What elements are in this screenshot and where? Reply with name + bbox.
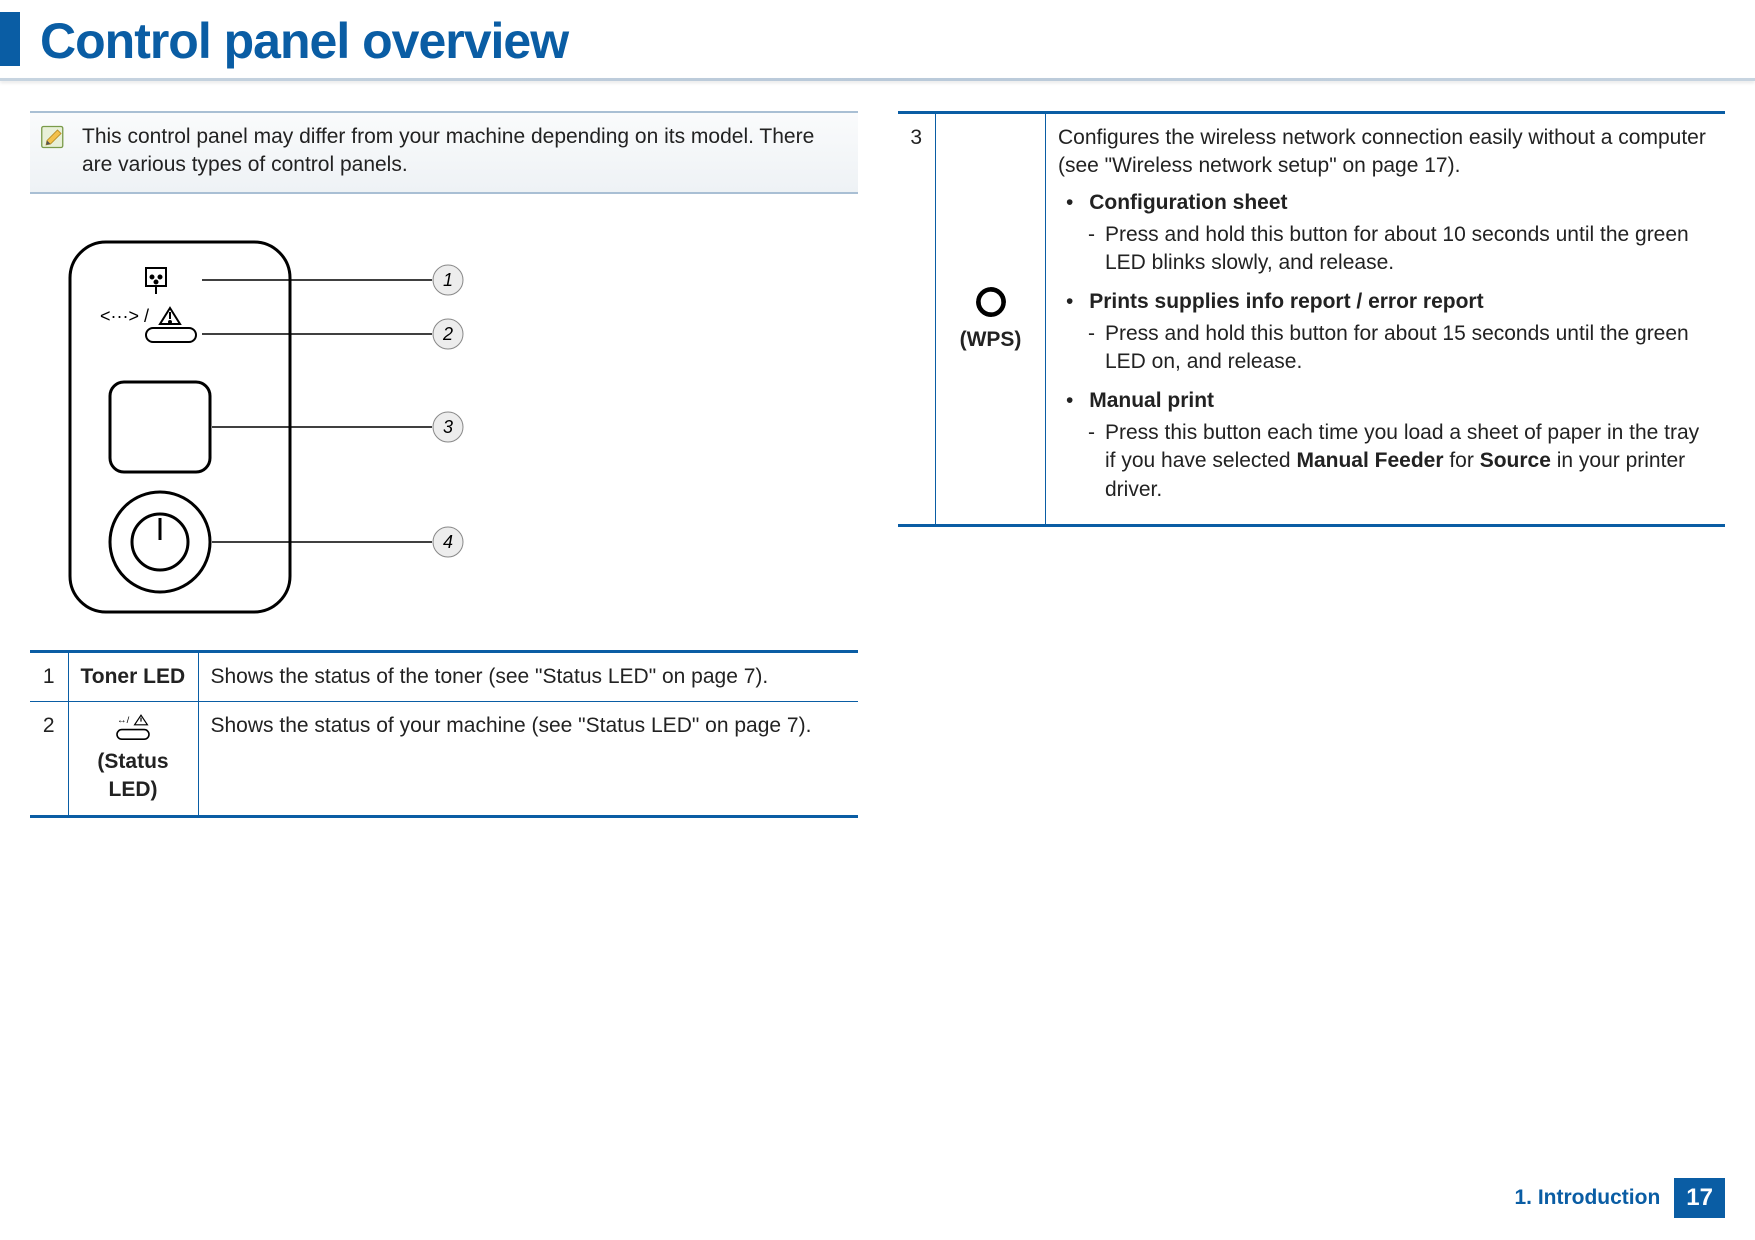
footer-page-number: 17 [1674,1178,1725,1218]
callout-1: 1 [443,270,453,290]
svg-text:<···> /: <···> / [100,306,149,326]
page-footer: 1. Introduction 17 [1514,1178,1725,1218]
note-pencil-icon [40,123,68,151]
row-number: 1 [30,651,68,701]
row-number: 3 [898,113,936,526]
footer-chapter: 1. Introduction [1514,1186,1660,1210]
header-divider [0,78,1755,81]
table-row: 1 Toner LED Shows the status of the tone… [30,651,858,701]
wps-intro-text: Configures the wireless network connecti… [1058,124,1713,181]
control-panel-diagram: <···> / [30,222,510,622]
list-item: Configuration sheet -Press and hold this… [1066,189,1713,278]
callout-2: 2 [442,324,453,344]
list-item: Prints supplies info report / error repo… [1066,288,1713,377]
table-row: 3 (WPS) Configures the wireless network … [898,113,1726,526]
row-number: 2 [30,702,68,817]
row-description: Shows the status of your machine (see "S… [198,702,858,817]
row-description: Shows the status of the toner (see "Stat… [198,651,858,701]
manual-print-desc: Press this button each time you load a s… [1105,419,1713,504]
svg-text:↔/: ↔/ [117,715,130,726]
page-header: Control panel overview [0,0,1755,81]
row-label: (WPS) [936,113,1046,526]
status-led-icon: ↔/ [108,712,158,744]
page-title: Control panel overview [40,12,1755,70]
info-note: This control panel may differ from your … [30,111,858,194]
row-label: ↔/ (Status LED) [68,702,198,817]
callout-3: 3 [443,417,453,437]
info-note-text: This control panel may differ from your … [82,123,842,180]
right-reference-table: 3 (WPS) Configures the wireless network … [898,111,1726,527]
callout-4: 4 [443,532,453,552]
list-item: Manual print -Press this button each tim… [1066,387,1713,504]
table-row: 2 ↔/ (Status LED) Shows the status of yo… [30,702,858,817]
wps-icon [973,284,1009,320]
row-description: Configures the wireless network connecti… [1046,113,1726,526]
row-label: Toner LED [68,651,198,701]
left-reference-table: 1 Toner LED Shows the status of the tone… [30,650,858,818]
header-accent-bar [0,12,20,66]
